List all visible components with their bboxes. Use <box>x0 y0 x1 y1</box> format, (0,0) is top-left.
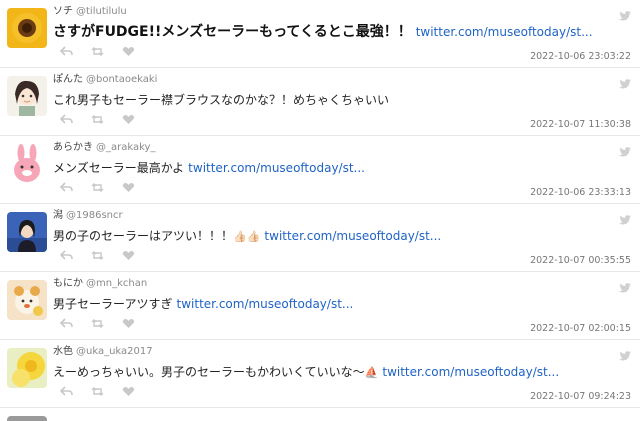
reply-icon[interactable] <box>60 386 73 397</box>
reply-icon[interactable] <box>60 318 73 329</box>
tweet-actions <box>60 182 135 193</box>
tweet-text-content: 男の子のセーラーはアツい！！！ <box>53 229 234 243</box>
heart-icon[interactable] <box>122 318 135 329</box>
tweet-link[interactable]: twitter.com/museoftoday/st... <box>264 229 441 243</box>
user-name[interactable]: 潟 <box>53 210 63 221</box>
tweet-text-content: メンズセーラー最高かよ <box>53 161 185 175</box>
reply-icon[interactable] <box>60 182 73 193</box>
user-name[interactable]: ぽんた <box>53 74 83 85</box>
tweet-actions <box>60 46 135 57</box>
tweet-text: さすがFUDGE!!メンズセーラーもってくるとこ最強！！ twitter.com/… <box>53 24 593 40</box>
tweet-actions <box>60 386 135 397</box>
tweet-text: 男の子のセーラーはアツい！！！👍🏻👍🏻 twitter.com/museoftod… <box>53 228 441 245</box>
bird-icon[interactable] <box>619 351 631 361</box>
tweet-item: ソチ @tilutilulu さすがFUDGE!!メンズセーラーもってくるとこ最強… <box>0 0 640 68</box>
tweet-text-content: これ男子もセーラー襟ブラウスなのかな？！めちゃくちゃいい <box>53 93 390 107</box>
tweet-link[interactable]: twitter.com/museoftoday/st... <box>382 365 559 379</box>
tweet-timestamp[interactable]: 2022-10-06 23:33:13 <box>530 187 631 198</box>
tweet-timestamp[interactable]: 2022-10-07 11:30:38 <box>530 119 631 130</box>
tweet-link[interactable]: twitter.com/museoftoday/st... <box>188 161 365 175</box>
sailboat-emoji: ⛵ <box>364 366 379 379</box>
bird-icon[interactable] <box>619 215 631 225</box>
tweet-timestamp[interactable]: 2022-10-06 23:03:22 <box>530 51 631 62</box>
tweet-actions <box>60 318 135 329</box>
tweet-actions <box>60 114 135 125</box>
user-handle[interactable]: @uka_uka2017 <box>76 346 153 357</box>
tweet-timestamp[interactable]: 2022-10-07 09:24:23 <box>530 391 631 402</box>
heart-icon[interactable] <box>122 182 135 193</box>
heart-icon[interactable] <box>122 114 135 125</box>
user-name[interactable]: もにか <box>53 278 83 289</box>
bird-icon[interactable] <box>619 11 631 21</box>
tweet-item: 潟 @1986sncr 男の子のセーラーはアツい！！！👍🏻👍🏻 twitter.co… <box>0 204 640 272</box>
reply-icon[interactable] <box>60 114 73 125</box>
avatar[interactable] <box>7 416 47 421</box>
heart-icon[interactable] <box>122 250 135 261</box>
tweet-item: 水色 @uka_uka2017 えーめっちゃいい。男子のセーラーもかわいくていいな… <box>0 340 640 408</box>
retweet-icon[interactable] <box>91 386 104 397</box>
retweet-icon[interactable] <box>91 250 104 261</box>
heart-icon[interactable] <box>122 46 135 57</box>
avatar[interactable] <box>7 280 47 320</box>
retweet-icon[interactable] <box>91 182 104 193</box>
tweet-item: あらかき @_arakaky_ メンズセーラー最高かよ twitter.com/mu… <box>0 136 640 204</box>
user-name[interactable]: ソチ <box>53 6 73 17</box>
reply-icon[interactable] <box>60 250 73 261</box>
tweet-text: これ男子もセーラー襟ブラウスなのかな？！めちゃくちゃいい <box>53 92 389 108</box>
tweet-timestamp[interactable]: 2022-10-07 00:35:55 <box>530 255 631 266</box>
user-handle[interactable]: @1986sncr <box>66 210 123 221</box>
tweet-item: もにか @mn_kchan 男子セーラーアツすぎ twitter.com/museo… <box>0 272 640 340</box>
user-name[interactable]: あらかき <box>53 142 93 153</box>
tweet-item: ぽんた @bontaoekaki これ男子もセーラー襟ブラウスなのかな？！めちゃく… <box>0 68 640 136</box>
user-handle[interactable]: @bontaoekaki <box>86 74 157 85</box>
heart-icon[interactable] <box>122 386 135 397</box>
avatar[interactable] <box>7 76 47 116</box>
tweet-actions <box>60 250 135 261</box>
retweet-icon[interactable] <box>91 318 104 329</box>
avatar[interactable] <box>7 212 47 252</box>
tweet-timestamp[interactable]: 2022-10-07 02:00:15 <box>530 323 631 334</box>
avatar[interactable] <box>7 8 47 48</box>
avatar[interactable] <box>7 144 47 184</box>
retweet-icon[interactable] <box>91 46 104 57</box>
tweet-item-partial <box>0 408 640 421</box>
tweet-link[interactable]: twitter.com/museoftoday/st... <box>177 297 354 311</box>
tweet-link[interactable]: twitter.com/museoftoday/st... <box>416 25 593 39</box>
reply-icon[interactable] <box>60 46 73 57</box>
tweet-text-content: 男子セーラーアツすぎ <box>53 297 173 311</box>
tweet-text-content: えーめっちゃいい。男子のセーラーもかわいくていいな〜 <box>53 365 365 379</box>
bird-icon[interactable] <box>619 147 631 157</box>
tweet-text: えーめっちゃいい。男子のセーラーもかわいくていいな〜⛵ twitter.com/m… <box>53 364 559 381</box>
user-handle[interactable]: @_arakaky_ <box>96 142 155 153</box>
tweet-text: メンズセーラー最高かよ twitter.com/museoftoday/st... <box>53 160 365 176</box>
user-handle[interactable]: @mn_kchan <box>86 278 147 289</box>
tweet-feed: ソチ @tilutilulu さすがFUDGE!!メンズセーラーもってくるとこ最強… <box>0 0 640 408</box>
user-handle[interactable]: @tilutilulu <box>76 6 127 17</box>
user-name[interactable]: 水色 <box>53 346 73 357</box>
retweet-icon[interactable] <box>91 114 104 125</box>
tweet-text: 男子セーラーアツすぎ twitter.com/museoftoday/st... <box>53 296 353 312</box>
bird-icon[interactable] <box>619 283 631 293</box>
thumbs-up-emoji: 👍🏻👍🏻 <box>233 230 261 243</box>
tweet-text-content: さすがFUDGE!!メンズセーラーもってくるとこ最強！！ <box>53 24 412 40</box>
bird-icon[interactable] <box>619 79 631 89</box>
avatar[interactable] <box>7 348 47 388</box>
